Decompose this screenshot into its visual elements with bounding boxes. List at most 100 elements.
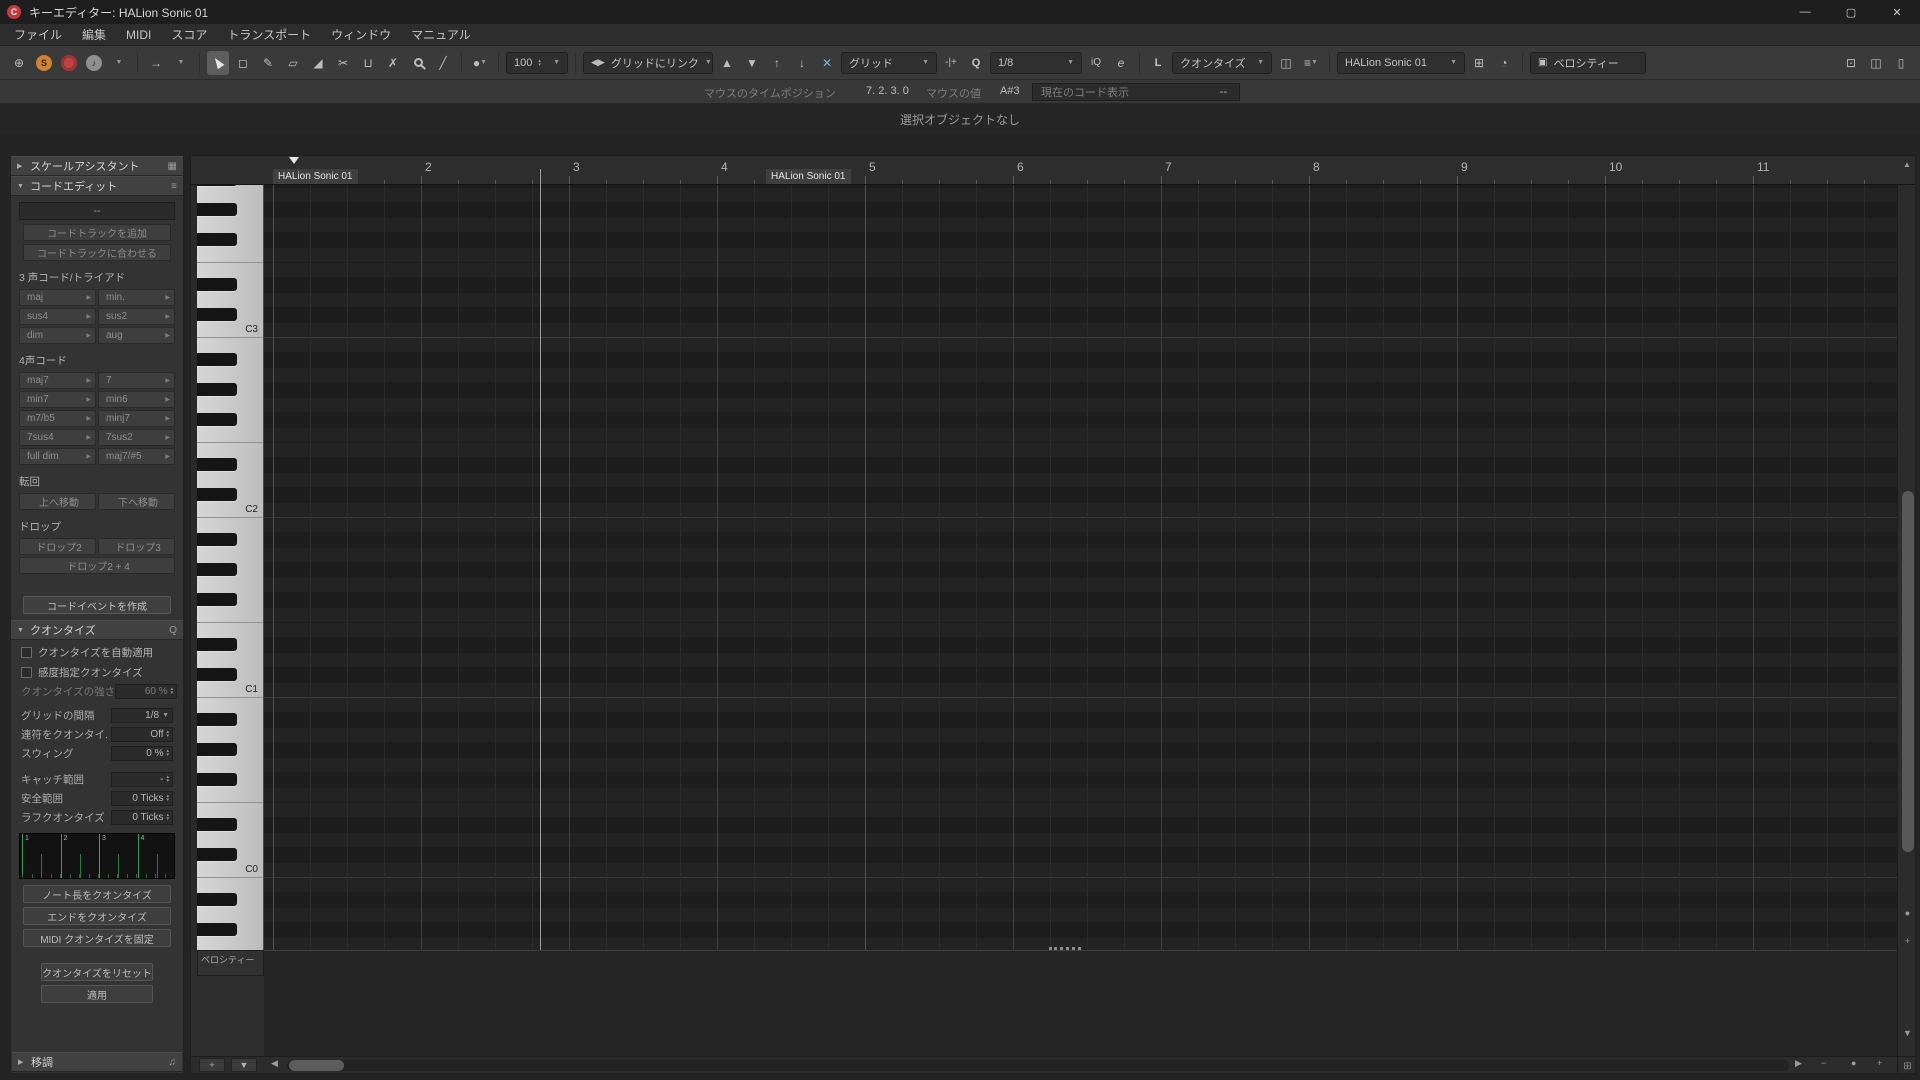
piano-key-black[interactable] xyxy=(197,413,237,426)
color-tool-button[interactable]: ●▼ xyxy=(469,51,491,75)
piano-key-black[interactable] xyxy=(197,233,237,246)
piano-key-black[interactable] xyxy=(197,185,237,186)
draw-tool-button[interactable]: ✎ xyxy=(257,51,279,75)
record-in-editor-button[interactable] xyxy=(58,51,80,75)
menu-manual[interactable]: マニュアル xyxy=(401,24,481,46)
piano-key-black[interactable] xyxy=(197,713,237,726)
quantize-preset-dropdown[interactable]: 1/8 ▼ xyxy=(990,52,1082,74)
editor-options-button[interactable]: ▼ xyxy=(108,51,130,75)
lower-zone-button[interactable]: ▯ xyxy=(1890,51,1912,75)
drop2-4-button[interactable]: ドロップ2 + 4 xyxy=(19,557,175,574)
quantize-lengths-button[interactable]: ノート長をクオンタイズ xyxy=(23,885,171,903)
piano-key-black[interactable] xyxy=(197,638,237,651)
menu-score[interactable]: スコア xyxy=(161,24,217,46)
piano-key-black[interactable] xyxy=(197,668,237,681)
iterative-quantize-button[interactable]: iQ xyxy=(1085,51,1107,75)
chord-sus4-button[interactable]: sus4▶ xyxy=(19,308,96,325)
section-quantize[interactable]: ▼ クオンタイズ Q xyxy=(11,620,183,640)
mute-tool-button[interactable]: ✗ xyxy=(382,51,404,75)
move-down-button[interactable]: ▼ xyxy=(741,51,763,75)
swing-value[interactable]: 0 %▴▾ xyxy=(111,746,173,761)
grid-relative-button[interactable]: -|+ xyxy=(940,51,962,75)
horizontal-scrollbar-track[interactable] xyxy=(287,1060,1789,1071)
chord-dim-button[interactable]: dim▶ xyxy=(19,327,96,344)
transpose-down-button[interactable]: ↓ xyxy=(791,51,813,75)
piano-key-black[interactable] xyxy=(197,488,237,501)
stepper-icon[interactable]: ▴▾ xyxy=(538,59,541,67)
stepper-icon[interactable]: ▴▾ xyxy=(166,749,169,757)
piano-key-black[interactable] xyxy=(197,893,237,906)
chord-minmaj7-button[interactable]: minj7▶ xyxy=(98,410,175,427)
create-chord-event-button[interactable]: コードイベントを作成 xyxy=(23,596,171,614)
zoom-presets-button[interactable]: ⊞ xyxy=(1897,1056,1916,1074)
acoustic-feedback-button[interactable]: ♪ xyxy=(83,51,105,75)
time-format-button[interactable]: ◔ xyxy=(1493,51,1515,75)
chord-7-button[interactable]: 7▶ xyxy=(98,372,175,389)
split-tool-button[interactable]: ✂ xyxy=(332,51,354,75)
stepper-icon[interactable]: ▴▾ xyxy=(166,775,169,783)
iterative-quantize-checkbox[interactable]: 感度指定クオンタイズ xyxy=(21,665,173,680)
freeze-quantize-button[interactable]: MIDI クオンタイズを固定 xyxy=(23,929,171,947)
move-up-button[interactable]: ▲ xyxy=(716,51,738,75)
part-label[interactable]: HALion Sonic 01 xyxy=(766,169,851,184)
zoom-tool-button[interactable] xyxy=(407,51,429,75)
grid-type-dropdown[interactable]: グリッド ▼ xyxy=(841,52,937,74)
time-ruler[interactable]: 234567891011 xyxy=(191,156,1916,185)
autoscroll-options-button[interactable]: ▼ xyxy=(170,51,192,75)
piano-key-black[interactable] xyxy=(197,848,237,861)
object-selection-tool-button[interactable] xyxy=(207,51,229,75)
move-up-inversion-button[interactable]: 上へ移動 xyxy=(19,493,96,510)
horizontal-zoom-in-button[interactable]: + xyxy=(1877,1058,1882,1068)
horizontal-zoom-handle[interactable]: ● xyxy=(1851,1058,1856,1068)
window-layout-button[interactable]: ⊡ xyxy=(1840,51,1862,75)
drop2-button[interactable]: ドロップ2 xyxy=(19,538,96,555)
line-tool-button[interactable]: ╱ xyxy=(432,51,454,75)
drop3-button[interactable]: ドロップ3 xyxy=(98,538,175,555)
chord-min6-button[interactable]: min6▶ xyxy=(98,391,175,408)
menu-midi[interactable]: MIDI xyxy=(116,24,161,46)
random-quantize-value[interactable]: 0 Ticks▴▾ xyxy=(111,810,173,825)
chord-aug-button[interactable]: aug▶ xyxy=(98,327,175,344)
piano-key-black[interactable] xyxy=(197,593,237,606)
link-to-grid-dropdown[interactable]: ◀▶ グリッドにリンク ▼ xyxy=(583,52,713,74)
part-visibility-button[interactable]: ≡▼ xyxy=(1300,51,1322,75)
menu-transport[interactable]: トランスポート xyxy=(217,24,321,46)
scroll-right-icon[interactable]: ▶ xyxy=(1795,1058,1802,1069)
auto-apply-quantize-checkbox[interactable]: クオンタイズを自動適用 xyxy=(21,645,173,660)
stepper-icon[interactable]: ▴▾ xyxy=(166,813,169,821)
left-zone-button[interactable]: ◫ xyxy=(1865,51,1887,75)
lane-resize-handle[interactable] xyxy=(1049,947,1081,953)
piano-key-black[interactable] xyxy=(197,308,237,321)
vertical-scrollbar-thumb[interactable] xyxy=(1902,491,1914,852)
chord-7sus4-button[interactable]: 7sus4▶ xyxy=(19,429,96,446)
note-grid[interactable] xyxy=(264,185,1897,950)
autoscroll-button[interactable]: → xyxy=(145,51,167,75)
match-chord-track-button[interactable]: コードトラックに合わせる xyxy=(23,244,171,261)
strength-value[interactable]: 60 %▴▾ xyxy=(115,684,177,699)
quantize-ends-button[interactable]: エンドをクオンタイズ xyxy=(23,907,171,925)
piano-key-black[interactable] xyxy=(197,458,237,471)
velocity-lane[interactable] xyxy=(264,950,1897,1056)
length-quantize-dropdown[interactable]: クオンタイズ ▼ xyxy=(1172,52,1272,74)
piano-key-black[interactable] xyxy=(197,818,237,831)
grid-spacing-value[interactable]: 1/8▼ xyxy=(111,708,173,723)
menu-file[interactable]: ファイル xyxy=(4,24,72,46)
chord-maj7s5-button[interactable]: maj7/#5▶ xyxy=(98,448,175,465)
piano-key-black[interactable] xyxy=(197,743,237,756)
vertical-scrollbar[interactable]: ● + ▼ xyxy=(1897,185,1916,1056)
stepper-icon[interactable]: ▴▾ xyxy=(166,794,169,802)
minimize-button[interactable]: — xyxy=(1782,0,1828,24)
scroll-down-icon[interactable]: ▼ xyxy=(1898,1028,1916,1038)
section-scale-assistant[interactable]: ▶ スケールアシスタント ▦ xyxy=(11,156,183,176)
part-start-marker-icon[interactable] xyxy=(289,157,299,164)
chord-min7-button[interactable]: min7▶ xyxy=(19,391,96,408)
catch-range-value[interactable]: -▴▾ xyxy=(111,772,173,787)
piano-keyboard[interactable]: C3C2C1C0 xyxy=(197,185,264,950)
scroll-left-icon[interactable]: ◀ xyxy=(271,1058,278,1069)
quantize-icon-button[interactable]: Q xyxy=(965,51,987,75)
close-button[interactable]: ✕ xyxy=(1874,0,1920,24)
vertical-zoom-handle[interactable]: ● xyxy=(1898,908,1916,918)
playhead[interactable] xyxy=(540,169,541,950)
part-label[interactable]: HALion Sonic 01 xyxy=(273,169,358,184)
safe-range-value[interactable]: 0 Ticks▴▾ xyxy=(111,791,173,806)
